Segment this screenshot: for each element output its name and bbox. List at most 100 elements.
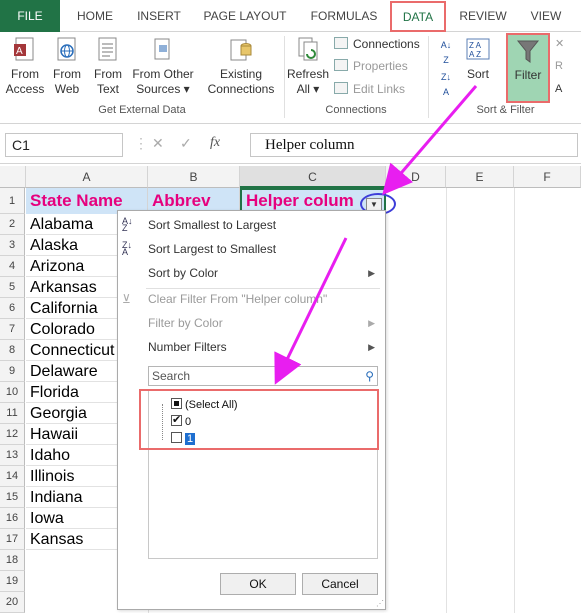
clear-filter[interactable]: ⊻ Clear Filter From "Helper column" xyxy=(118,287,385,311)
formula-controls: ⋮ ✕ ✓ fx xyxy=(130,133,248,157)
row-header[interactable]: 16 xyxy=(0,508,25,529)
number-filters[interactable]: Number Filters ▶ xyxy=(118,335,385,359)
advanced-filter-icon[interactable]: A xyxy=(555,81,562,97)
connections-icon xyxy=(334,37,348,49)
existing-connections-icon xyxy=(229,36,253,64)
from-other-sources-button[interactable]: From Other Sources ▾ xyxy=(130,36,196,97)
row-header[interactable]: 19 xyxy=(0,571,25,592)
formula-input[interactable]: Helper column xyxy=(250,133,578,157)
existing-connections-label: Existing Connections xyxy=(207,67,275,96)
row-header[interactable]: 13 xyxy=(0,445,25,466)
tab-data[interactable]: DATA xyxy=(390,1,446,32)
clear-filter-icon: ⊻ xyxy=(122,292,131,306)
sort-az-button[interactable]: A↓ Z xyxy=(436,38,456,68)
row-header[interactable]: 6 xyxy=(0,298,25,319)
from-web-button[interactable]: From Web xyxy=(48,36,86,97)
group-label-connections: Connections xyxy=(325,104,387,116)
row-header[interactable]: 10 xyxy=(0,382,25,403)
row-header[interactable]: 11 xyxy=(0,403,25,424)
tab-formulas[interactable]: FORMULAS xyxy=(302,0,386,32)
row-header[interactable]: 2 xyxy=(0,214,25,235)
filter-search-input[interactable]: Search ⚲ xyxy=(148,366,378,386)
edit-links-button[interactable]: Edit Links xyxy=(334,81,405,97)
row-header[interactable]: 18 xyxy=(0,550,25,571)
column-header-c[interactable]: C xyxy=(240,166,386,188)
properties-label: Properties xyxy=(353,59,408,73)
ribbon-separator xyxy=(284,36,285,118)
cancel-entry-icon[interactable]: ✕ xyxy=(152,135,164,152)
gridline xyxy=(514,188,515,613)
connections-button[interactable]: Connections xyxy=(334,36,420,52)
column-header-f[interactable]: F xyxy=(514,166,581,188)
sort-button[interactable]: Z AA Z Sort xyxy=(462,36,494,82)
sort-by-color-label: Sort by Color xyxy=(148,266,219,280)
group-label-sort-filter: Sort & Filter xyxy=(476,104,535,116)
from-access-button[interactable]: A From Access xyxy=(3,36,47,97)
connections-label: Connections xyxy=(353,37,420,51)
select-all-corner[interactable] xyxy=(0,166,26,188)
row-header[interactable]: 8 xyxy=(0,340,25,361)
tab-page-layout[interactable]: PAGE LAYOUT xyxy=(198,0,292,32)
filter-funnel-icon xyxy=(516,37,540,65)
edit-links-label: Edit Links xyxy=(353,82,406,96)
confirm-entry-icon[interactable]: ✓ xyxy=(180,135,192,152)
filter-button[interactable]: Filter xyxy=(506,33,550,103)
filter-by-color-label: Filter by Color xyxy=(148,316,223,330)
sort-by-color[interactable]: Sort by Color ▶ xyxy=(118,261,385,285)
sort-largest-to-smallest[interactable]: Z↓ A Sort Largest to Smallest xyxy=(118,237,385,261)
row-header[interactable]: 1 xyxy=(0,188,25,214)
insert-function-icon[interactable]: fx xyxy=(210,135,220,151)
reapply-icon[interactable]: R xyxy=(555,58,563,74)
group-label-get-external-data: Get External Data xyxy=(98,104,186,116)
resize-grip-icon[interactable]: ⋰ xyxy=(376,599,384,608)
row-header[interactable]: 20 xyxy=(0,592,25,613)
formula-bar: C1 ⋮ ✕ ✓ fx Helper column xyxy=(0,124,581,164)
filter-by-color[interactable]: Filter by Color ▶ xyxy=(118,311,385,335)
tab-insert[interactable]: INSERT xyxy=(130,0,188,32)
sort-za-button[interactable]: Z↓ A xyxy=(436,70,456,100)
ok-button[interactable]: OK xyxy=(220,573,296,595)
tab-file[interactable]: FILE xyxy=(0,0,60,32)
row-header[interactable]: 3 xyxy=(0,235,25,256)
ribbon-tab-bar: FILE HOME INSERT PAGE LAYOUT FORMULAS DA… xyxy=(0,0,581,32)
properties-icon xyxy=(334,59,348,71)
sort-asc-icon: A↓ Z xyxy=(122,216,133,233)
from-web-label: From Web xyxy=(53,67,81,96)
column-header-d[interactable]: D xyxy=(386,166,446,188)
search-icon: ⚲ xyxy=(365,369,374,383)
row-header[interactable]: 15 xyxy=(0,487,25,508)
row-header[interactable]: 12 xyxy=(0,424,25,445)
sort-label: Sort xyxy=(466,67,489,81)
submenu-arrow-icon: ▶ xyxy=(368,318,375,328)
from-access-label: From Access xyxy=(5,67,45,96)
tab-review[interactable]: REVIEW xyxy=(454,0,512,32)
from-text-button[interactable]: From Text xyxy=(88,36,128,97)
row-header[interactable]: 17 xyxy=(0,529,25,550)
gridline xyxy=(446,188,447,613)
row-header[interactable]: 4 xyxy=(0,256,25,277)
row-header[interactable]: 7 xyxy=(0,319,25,340)
column-header-b[interactable]: B xyxy=(148,166,240,188)
name-box-dropdown-icon[interactable]: ⋮ xyxy=(134,135,148,152)
row-header[interactable]: 14 xyxy=(0,466,25,487)
sort-smallest-to-largest[interactable]: A↓ Z Sort Smallest to Largest xyxy=(118,213,385,237)
refresh-all-label: Refresh All ▾ xyxy=(286,67,330,96)
column-header-e[interactable]: E xyxy=(446,166,514,188)
clear-filter-label: Clear Filter From "Helper column" xyxy=(148,292,328,306)
tab-home[interactable]: HOME xyxy=(68,0,122,32)
sort-za-icon: Z↓ A xyxy=(441,72,451,97)
properties-button[interactable]: Properties xyxy=(334,58,408,74)
clear-filter-ribbon-icon[interactable]: ✕ xyxy=(555,36,564,52)
row-header[interactable]: 9 xyxy=(0,361,25,382)
svg-text:A Z: A Z xyxy=(469,50,481,59)
sort-largest-label: Sort Largest to Smallest xyxy=(148,242,277,256)
name-box[interactable]: C1 xyxy=(5,133,123,157)
cancel-button[interactable]: Cancel xyxy=(302,573,378,595)
existing-connections-button[interactable]: Existing Connections xyxy=(202,36,280,97)
refresh-all-button[interactable]: Refresh All ▾ xyxy=(286,36,330,97)
tab-view[interactable]: VIEW xyxy=(522,0,570,32)
row-header[interactable]: 5 xyxy=(0,277,25,298)
sort-smallest-label: Sort Smallest to Largest xyxy=(148,218,277,232)
sort-desc-icon: Z↓ A xyxy=(122,240,132,257)
column-header-a[interactable]: A xyxy=(26,166,148,188)
